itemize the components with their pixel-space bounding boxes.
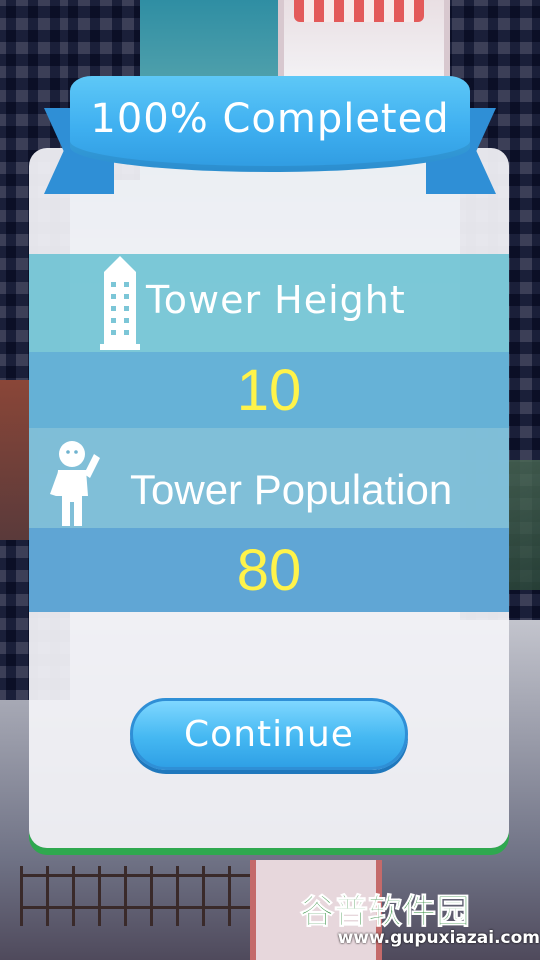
tower-height-value: 10 bbox=[236, 357, 302, 423]
ground-left bbox=[0, 380, 30, 540]
tower-population-value-row: 80 bbox=[29, 528, 509, 612]
building-icon bbox=[100, 256, 140, 350]
tower-top bbox=[278, 0, 450, 80]
continue-label: Continue bbox=[184, 713, 354, 755]
tower-population-label: Tower Population bbox=[130, 466, 453, 513]
continue-button[interactable]: Continue bbox=[130, 698, 408, 770]
watermark-site-name: 谷普软件园 bbox=[300, 892, 471, 933]
tower-height-value-row: 10 bbox=[29, 352, 509, 428]
tower-height-label: Tower Height bbox=[146, 278, 406, 322]
fence bbox=[20, 866, 250, 926]
tower-population-value: 80 bbox=[236, 537, 302, 603]
person-waving-icon bbox=[50, 441, 100, 526]
completion-title: 100% Completed bbox=[90, 96, 450, 142]
watermark: 谷普软件园 www.gupuxiazai.com bbox=[290, 884, 540, 954]
watermark-url: www.gupuxiazai.com bbox=[337, 928, 540, 948]
